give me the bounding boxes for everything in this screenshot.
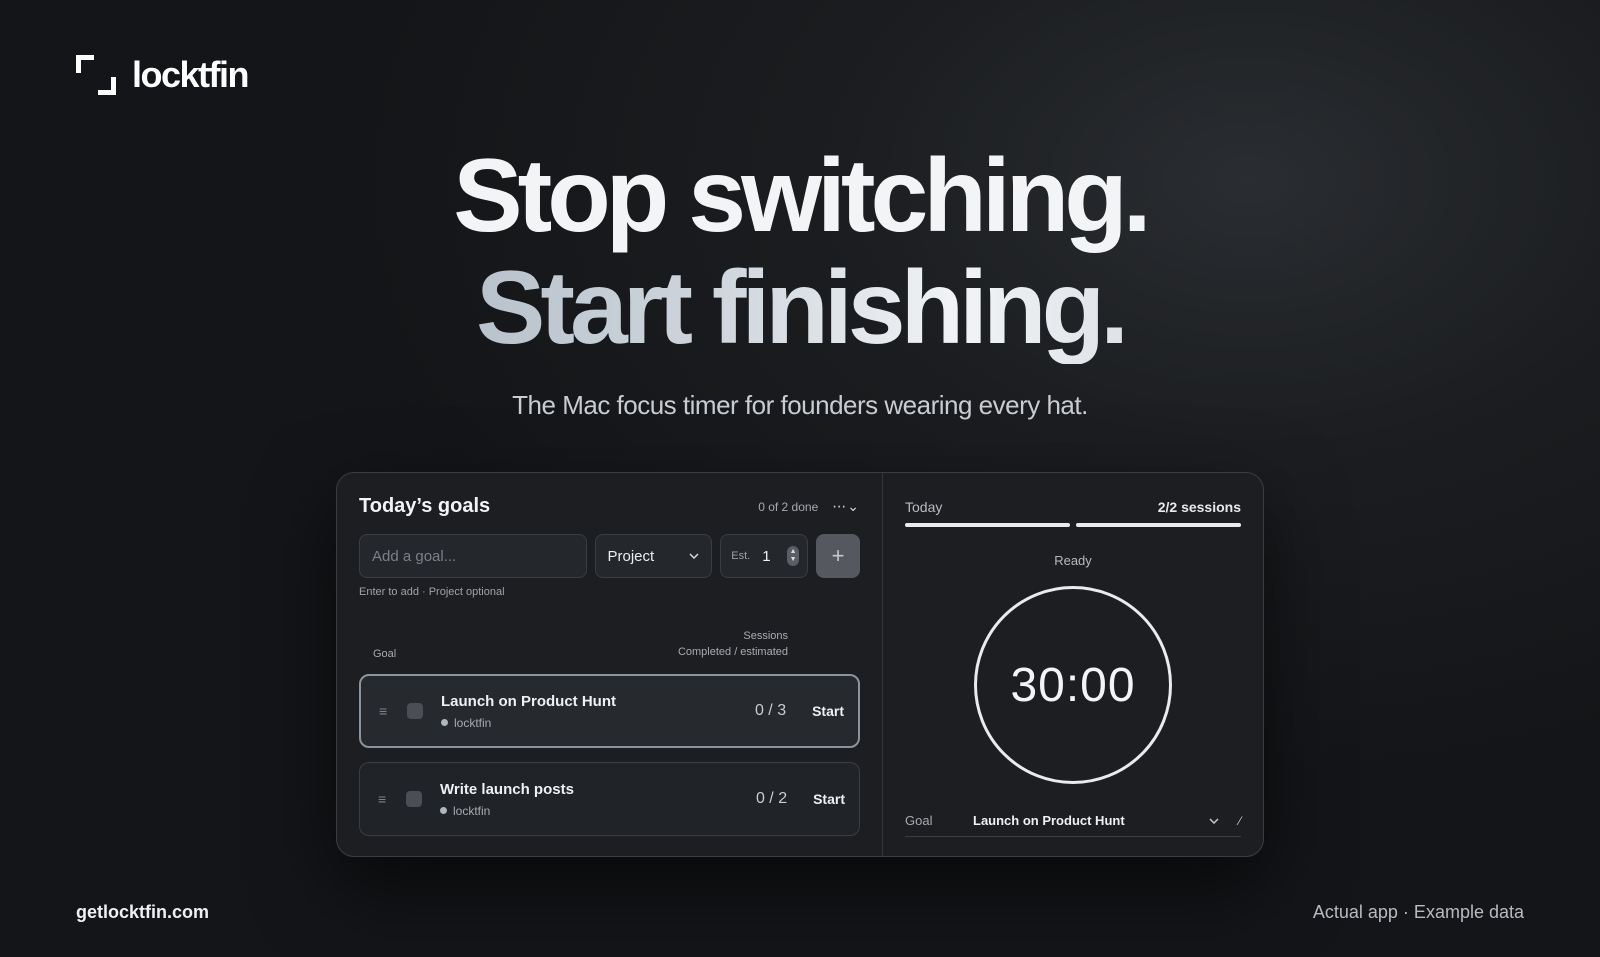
start-button[interactable]: Start xyxy=(812,703,844,719)
timer-goal-select[interactable]: Goal Launch on Product Hunt ⁄ xyxy=(905,813,1241,837)
app-window: Today’s goals 0 of 2 done ⋯⌄ Project Est… xyxy=(336,472,1264,857)
goal-project: locktfin xyxy=(453,803,491,818)
edit-pencil-icon[interactable]: ⁄ xyxy=(1239,814,1241,828)
project-dot-icon xyxy=(440,807,447,814)
project-select-value: Project xyxy=(607,547,655,565)
goal-title: Write launch posts xyxy=(440,780,574,798)
hero: Stop switching. Start finishing. The Mac… xyxy=(0,140,1600,421)
add-goal-button[interactable]: + xyxy=(816,534,860,578)
goals-panel: Today’s goals 0 of 2 done ⋯⌄ Project Est… xyxy=(337,473,883,856)
footer-note: Actual app · Example data xyxy=(1312,902,1524,922)
more-menu-icon[interactable]: ⋯⌄ xyxy=(832,498,860,515)
chevron-down-icon xyxy=(689,553,699,559)
goal-checkbox[interactable] xyxy=(407,703,423,719)
site-url[interactable]: getlocktfin.com xyxy=(76,902,209,923)
session-bar xyxy=(905,523,1070,527)
col-sessions: Sessions xyxy=(743,630,788,642)
goal-project: locktfin xyxy=(454,715,492,730)
goal-columns-header: Goal Sessions Completed / estimated xyxy=(359,628,860,660)
timer-panel: Today 2/2 sessions Ready 30:00 Goal Laun… xyxy=(883,473,1263,856)
headline-line-1: Stop switching. xyxy=(453,138,1151,254)
goal-sessions-count: 0 / 3 xyxy=(754,702,787,719)
done-count: 0 of 2 done xyxy=(758,499,819,514)
timer-ring[interactable]: 30:00 xyxy=(974,586,1172,784)
estimate-label: Est. xyxy=(731,550,751,562)
stepper-arrows-icon[interactable]: ▲ ▼ xyxy=(787,546,800,566)
timer-goal-label: Goal xyxy=(905,813,933,828)
project-dot-icon xyxy=(441,719,448,726)
timer-status: Ready xyxy=(1054,553,1092,568)
bracket-corners-icon xyxy=(76,55,116,95)
col-sessions-sub: Completed / estimated xyxy=(677,646,788,658)
goal-row[interactable]: ≡ Launch on Product Hunt locktfin 0 / 3 … xyxy=(359,674,860,748)
brand-name: locktfin xyxy=(132,54,250,95)
session-bar xyxy=(1076,523,1241,527)
session-progress xyxy=(905,523,1241,527)
input-hint: Enter to add · Project optional xyxy=(359,586,505,598)
brand-logo[interactable]: locktfin xyxy=(76,54,250,96)
plus-icon: + xyxy=(831,543,845,568)
goal-row[interactable]: ≡ Write launch posts locktfin 0 / 2 Star… xyxy=(359,762,860,836)
today-label: Today xyxy=(905,499,943,515)
chevron-down-icon[interactable] xyxy=(1209,817,1219,824)
estimate-stepper[interactable]: Est. 1 ▲ ▼ xyxy=(720,534,809,578)
drag-handle-icon[interactable]: ≡ xyxy=(378,791,396,807)
goals-title: Today’s goals xyxy=(359,495,491,517)
headline-line-2: Start finishing. xyxy=(0,252,1600,364)
hero-subtitle: The Mac focus timer for founders wearing… xyxy=(512,390,1088,420)
drag-handle-icon[interactable]: ≡ xyxy=(379,703,397,719)
goal-checkbox[interactable] xyxy=(406,791,422,807)
col-goal: Goal xyxy=(373,648,397,660)
sessions-count: 2/2 sessions xyxy=(1157,499,1241,515)
add-goal-input[interactable] xyxy=(359,534,587,578)
timer-goal-value: Launch on Product Hunt xyxy=(973,813,1125,828)
timer-display: 30:00 xyxy=(1010,658,1136,712)
hero-headline: Stop switching. Start finishing. xyxy=(0,140,1600,364)
goal-title: Launch on Product Hunt xyxy=(441,692,616,710)
goal-sessions-count: 0 / 2 xyxy=(755,790,788,807)
start-button[interactable]: Start xyxy=(813,791,845,807)
project-select[interactable]: Project xyxy=(594,534,713,578)
estimate-value: 1 xyxy=(762,547,771,565)
